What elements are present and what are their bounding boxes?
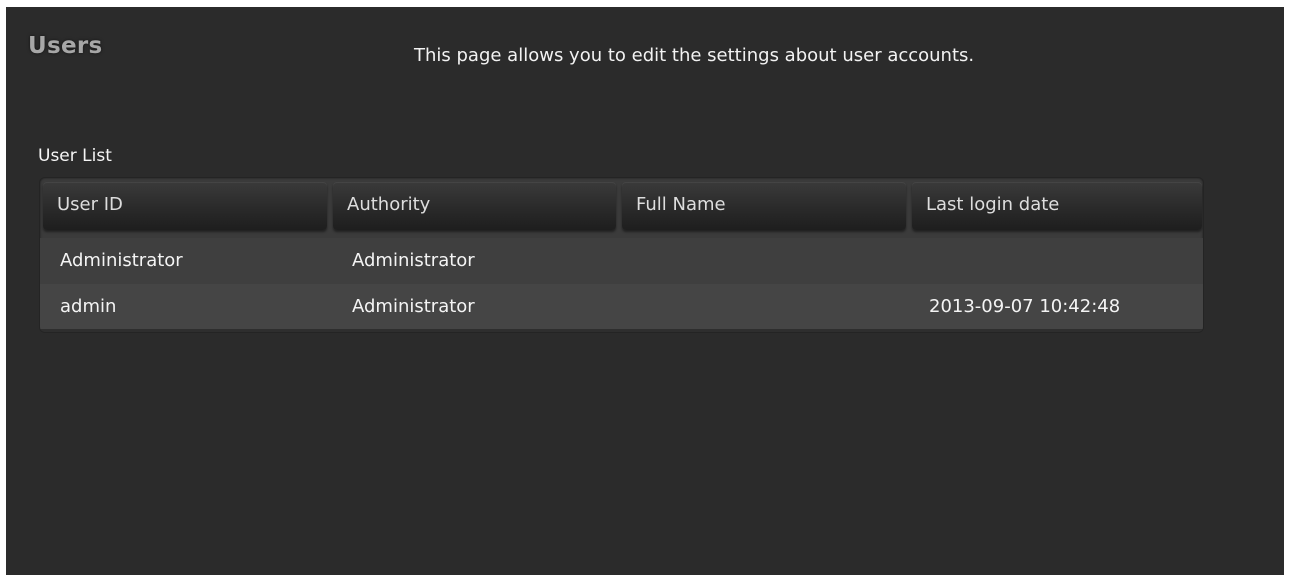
users-settings-panel: Users This page allows you to edit the s… bbox=[6, 7, 1284, 575]
cell-authority: Administrator bbox=[352, 296, 475, 317]
cell-user-id: admin bbox=[60, 296, 117, 317]
user-list-table: User ID Authority Full Name Last login d… bbox=[39, 177, 1204, 333]
column-header-last-login-date[interactable]: Last login date bbox=[912, 182, 1202, 230]
table-bottom-edge bbox=[40, 329, 1203, 332]
cell-user-id: Administrator bbox=[60, 250, 183, 271]
table-header: User ID Authority Full Name Last login d… bbox=[40, 182, 1203, 230]
page-title: Users bbox=[28, 33, 103, 59]
user-list-label: User List bbox=[38, 146, 112, 166]
table-row[interactable]: admin Administrator 2013-09-07 10:42:48 bbox=[40, 284, 1203, 330]
column-header-authority[interactable]: Authority bbox=[333, 182, 616, 230]
cell-authority: Administrator bbox=[352, 250, 475, 271]
cell-last-login: 2013-09-07 10:42:48 bbox=[929, 296, 1121, 317]
page-description: This page allows you to edit the setting… bbox=[414, 45, 975, 66]
table-row[interactable]: Administrator Administrator bbox=[40, 238, 1203, 284]
table-body: Administrator Administrator admin Admini… bbox=[40, 238, 1203, 330]
column-header-user-id[interactable]: User ID bbox=[43, 182, 327, 230]
column-header-full-name[interactable]: Full Name bbox=[622, 182, 906, 230]
